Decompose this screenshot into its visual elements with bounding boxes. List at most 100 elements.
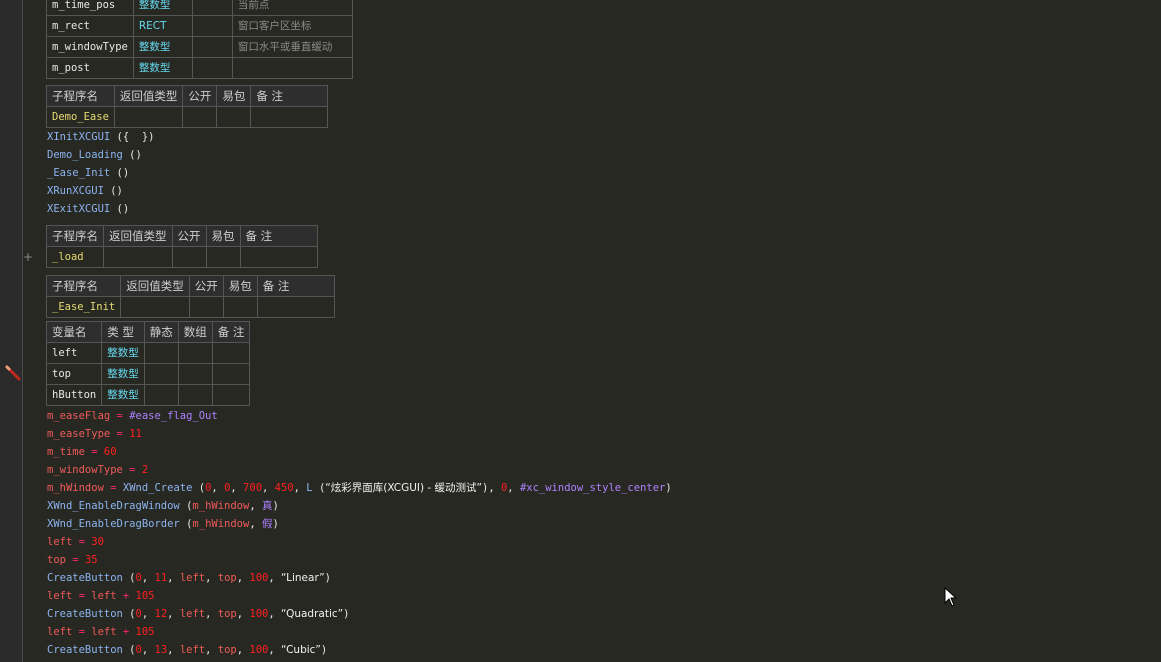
var-type[interactable]: RECT	[132, 15, 193, 37]
code-line[interactable]: XWnd_EnableDragWindow (m_hWindow, 真)	[47, 497, 279, 515]
variable: left	[47, 536, 73, 548]
number: 30	[91, 536, 104, 548]
var-note[interactable]: 窗口水平或垂直缓动	[231, 36, 354, 58]
var-note[interactable]: 窗口客户区坐标	[231, 15, 354, 37]
variable: m_hWindow	[47, 482, 104, 494]
variable: m_easeFlag	[47, 410, 111, 422]
function-name: XInitXCGUI	[47, 131, 111, 143]
subroutine-name[interactable]: Demo_Ease	[46, 106, 115, 128]
var-array[interactable]	[191, 36, 233, 58]
header-public: 公开	[171, 225, 207, 247]
constant: #ease_flag_Out	[129, 410, 218, 422]
code-line[interactable]: CreateButton (0, 11, left, top, 100, “Li…	[47, 569, 331, 587]
call-line[interactable]: XRunXCGUI ()	[47, 182, 123, 200]
code-line[interactable]: m_time = 60	[47, 443, 117, 461]
call-line[interactable]: Demo_Loading ()	[47, 146, 142, 164]
code-line[interactable]: CreateButton (0, 13, left, top, 100, “Cu…	[47, 641, 327, 659]
note-cell[interactable]	[211, 384, 251, 406]
local-var-type[interactable]: 整数型	[101, 342, 145, 364]
table-row: left 整数型	[45, 342, 251, 364]
number: 11	[129, 428, 142, 440]
operator: =	[84, 446, 104, 458]
subroutine-table: 子程序名 返回值类型 公开 易包 备 注 Demo_Ease	[46, 85, 329, 128]
easy-cell[interactable]	[222, 296, 258, 318]
table-row: _load	[46, 246, 318, 268]
static-cell[interactable]	[143, 342, 179, 364]
fold-toggle-icon[interactable]: +	[23, 250, 33, 264]
subroutine-table: 子程序名 返回值类型 公开 易包 备 注 _Ease_Init	[45, 275, 335, 318]
var-array[interactable]	[191, 15, 233, 37]
mouse-pointer-icon	[944, 587, 958, 607]
subroutine-name[interactable]: _load	[46, 246, 104, 268]
code-line[interactable]: XWnd_EnableDragBorder (m_hWindow, 假)	[47, 515, 279, 533]
var-type[interactable]: 整数型	[132, 57, 193, 79]
note-cell[interactable]	[211, 342, 251, 364]
public-cell[interactable]	[188, 296, 224, 318]
call-args: ()	[110, 203, 130, 215]
number: 13	[154, 644, 168, 656]
code-line[interactable]: m_hWindow = XWnd_Create (0, 0, 700, 450,…	[47, 479, 672, 497]
var-name[interactable]: m_windowType	[46, 36, 134, 58]
public-cell[interactable]	[182, 106, 218, 128]
return-type-cell[interactable]	[120, 296, 190, 318]
call-line[interactable]: XExitXCGUI ()	[47, 200, 129, 218]
array-cell[interactable]	[177, 384, 213, 406]
note-cell[interactable]	[211, 363, 251, 385]
subroutine-name[interactable]: _Ease_Init	[45, 296, 122, 318]
call-line[interactable]: _Ease_Init ()	[47, 164, 129, 182]
var-name[interactable]: m_rect	[46, 15, 134, 37]
code-line[interactable]: left = left + 105	[47, 587, 155, 605]
static-cell[interactable]	[143, 363, 179, 385]
header-note: 备 注	[256, 275, 335, 297]
local-var-name[interactable]: left	[45, 342, 103, 364]
var-array[interactable]	[191, 0, 233, 16]
note-cell[interactable]	[256, 296, 335, 318]
array-cell[interactable]	[177, 342, 213, 364]
var-array[interactable]	[191, 57, 233, 79]
var-type[interactable]: 整数型	[132, 36, 193, 58]
number: 60	[103, 446, 117, 458]
code-line[interactable]: left = 30	[47, 533, 104, 551]
note-cell[interactable]	[250, 106, 329, 128]
variable: left	[179, 644, 206, 656]
header-sub-name: 子程序名	[46, 225, 104, 247]
var-name[interactable]: m_post	[46, 57, 134, 79]
number: 100	[249, 572, 269, 584]
string-literal: “Quadratic”	[281, 608, 344, 620]
string-literal: “Linear”	[281, 572, 325, 584]
header-sub-name: 子程序名	[46, 85, 115, 107]
local-var-name[interactable]: top	[45, 363, 103, 385]
pencil-icon	[5, 365, 21, 381]
code-line[interactable]: m_windowType = 2	[47, 461, 148, 479]
local-vars-table: 变量名 类 型 静态 数组 备 注 left 整数型 top 整数型 hButt…	[45, 321, 251, 406]
array-cell[interactable]	[177, 363, 213, 385]
var-name[interactable]: m_time_pos	[46, 0, 134, 16]
string-literal: “炫彩界面库(XCGUI) - 缓动测试”	[325, 482, 482, 494]
return-type-cell[interactable]	[113, 106, 184, 128]
variable: left	[91, 590, 117, 602]
public-cell[interactable]	[171, 246, 207, 268]
code-line[interactable]: m_easeType = 11	[47, 425, 142, 443]
boolean-literal: 真	[261, 500, 273, 512]
variable: top	[217, 608, 237, 620]
var-note[interactable]: 当前点	[231, 0, 354, 16]
header-return-type: 返回值类型	[103, 225, 173, 247]
local-var-type[interactable]: 整数型	[101, 384, 145, 406]
var-note[interactable]	[231, 57, 354, 79]
local-var-name[interactable]: hButton	[45, 384, 103, 406]
note-cell[interactable]	[239, 246, 318, 268]
return-type-cell[interactable]	[103, 246, 173, 268]
var-type[interactable]: 整数型	[132, 0, 193, 16]
code-line[interactable]: top = 35	[47, 551, 98, 569]
call-line[interactable]: XInitXCGUI ({ })	[47, 128, 154, 146]
static-cell[interactable]	[143, 384, 179, 406]
paren: (	[192, 482, 206, 494]
function-name: _Ease_Init	[47, 167, 111, 179]
easy-cell[interactable]	[216, 106, 252, 128]
table-header: 变量名 类 型 静态 数组 备 注	[45, 321, 251, 343]
easy-cell[interactable]	[205, 246, 241, 268]
code-line[interactable]: CreateButton (0, 12, left, top, 100, “Qu…	[47, 605, 349, 623]
code-line[interactable]: m_easeFlag = #ease_flag_Out	[47, 407, 218, 425]
local-var-type[interactable]: 整数型	[101, 363, 145, 385]
code-line[interactable]: left = left + 105	[47, 623, 155, 641]
